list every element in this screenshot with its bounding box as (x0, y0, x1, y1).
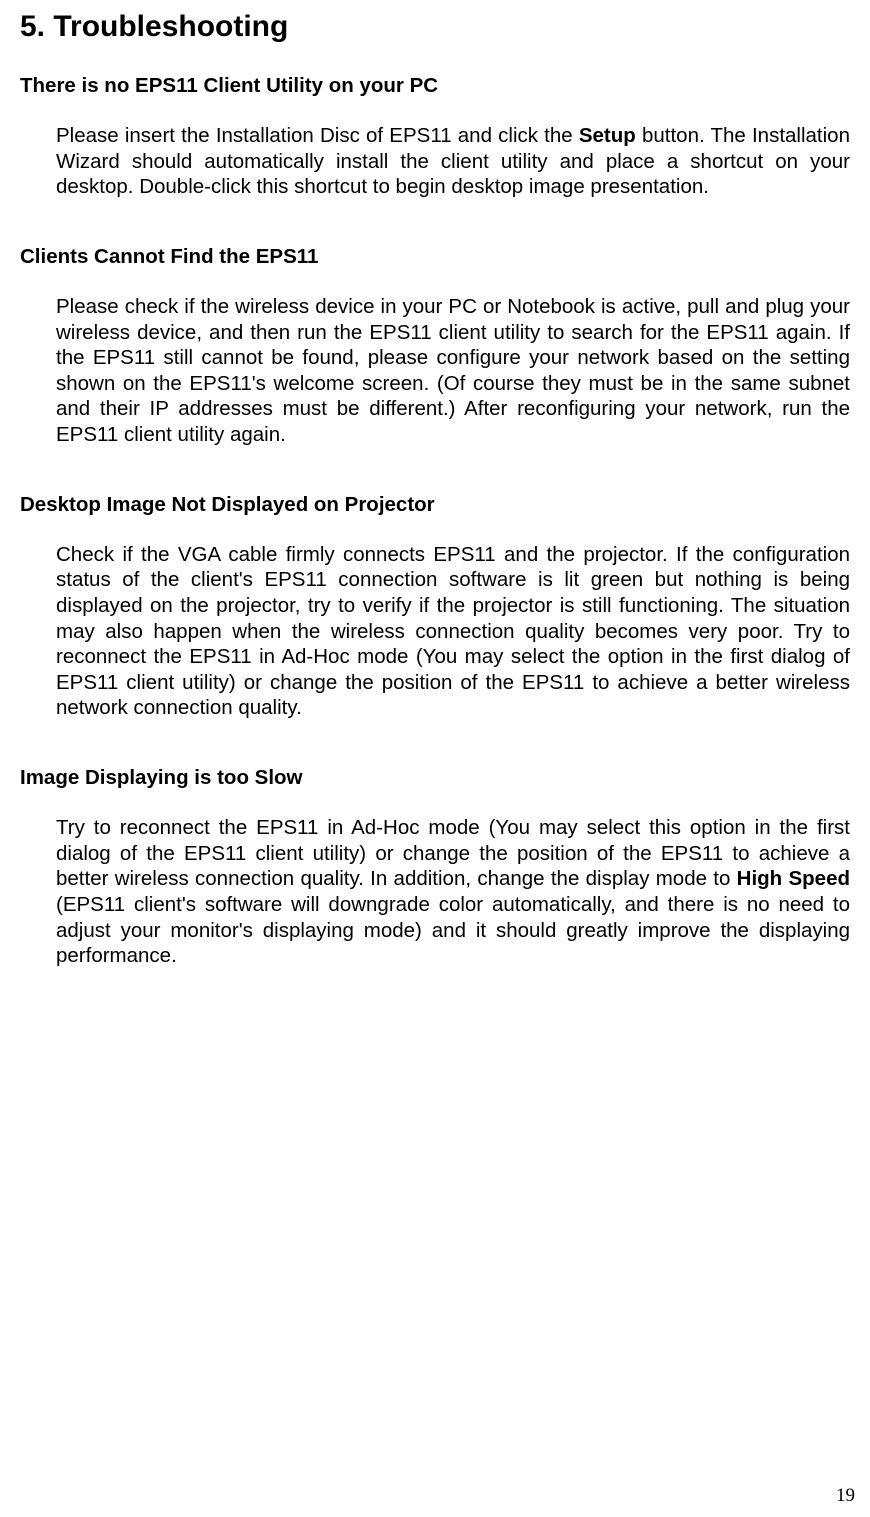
document-page: 5. Troubleshooting There is no EPS11 Cli… (0, 0, 870, 1034)
section-heading-2: Clients Cannot Find the EPS11 (20, 245, 850, 269)
body-text: Please insert the Installation Disc of E… (56, 124, 579, 147)
section-body-4: Try to reconnect the EPS11 in Ad-Hoc mod… (56, 815, 850, 969)
page-title: 5. Troubleshooting (20, 10, 850, 44)
section-heading-1: There is no EPS11 Client Utility on your… (20, 74, 850, 98)
page-number: 19 (836, 1485, 855, 1507)
bold-text: High Speed (737, 867, 850, 890)
section-heading-4: Image Displaying is too Slow (20, 766, 850, 790)
section-heading-3: Desktop Image Not Displayed on Projector (20, 493, 850, 517)
body-text: Try to reconnect the EPS11 in Ad-Hoc mod… (56, 816, 850, 890)
section-body-1: Please insert the Installation Disc of E… (56, 123, 850, 200)
section-body-3: Check if the VGA cable firmly connects E… (56, 542, 850, 721)
section-body-2: Please check if the wireless device in y… (56, 294, 850, 448)
body-text: (EPS11 client's software will downgrade … (56, 893, 850, 967)
bold-text: Setup (579, 124, 636, 147)
